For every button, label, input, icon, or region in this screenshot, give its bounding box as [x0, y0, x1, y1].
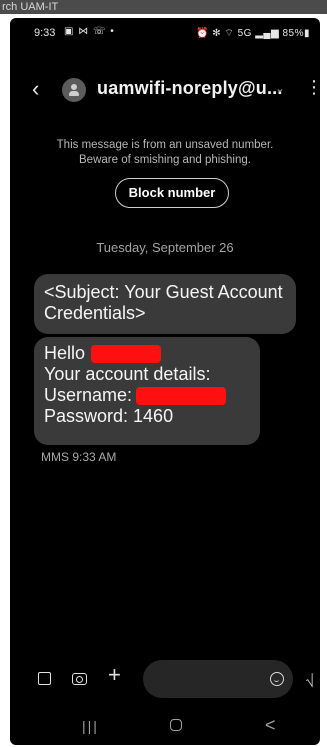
contact-name[interactable]: uamwifi-noreply@u... [97, 78, 283, 99]
navigation-bar: ||| < [10, 712, 320, 742]
status-time: 9:33 [34, 27, 56, 39]
image-icon[interactable] [38, 672, 51, 685]
system-status-icons: ⏰ ✻ ⌔ 5G ▂▄▆ 85%▮ [196, 28, 310, 39]
voice-icon[interactable]: ⎷ [306, 672, 314, 688]
block-number-button[interactable]: Block number [115, 178, 229, 208]
background-window-title: rch UAM-IT [0, 0, 327, 14]
message-meta: MMS 9:33 AM [41, 450, 117, 464]
message-bubble-subject[interactable]: <Subject: Your Guest Account Credentials… [34, 274, 296, 334]
chevron-down-icon[interactable]: ⌄ [275, 81, 285, 95]
details-line: Your account details: [44, 364, 211, 384]
home-icon[interactable] [170, 719, 182, 731]
camera-icon[interactable] [72, 673, 87, 685]
notice-line-1: This message is from an unsaved number. [56, 139, 274, 151]
status-bar: 9:33 ▣ ⋈ ☏ • ⏰ ✻ ⌔ 5G ▂▄▆ 85%▮ [10, 18, 320, 40]
back-chevron-icon[interactable]: ‹ [32, 78, 39, 100]
unsaved-number-notice: This message is from an unsaved number. … [10, 138, 320, 168]
notification-icons: ▣ ⋈ ☏ • [64, 26, 115, 37]
notice-line-2: Beware of smishing and phishing. [79, 154, 251, 166]
conversation-header: ‹ uamwifi-noreply@u... ⌄ ⋮ [10, 76, 320, 106]
redaction-username [136, 387, 227, 406]
greeting-line: Hello [44, 343, 250, 364]
more-vert-icon[interactable]: ⋮ [305, 78, 320, 96]
recents-icon[interactable]: ||| [82, 718, 99, 734]
password-line: Password: 1460 [44, 406, 174, 426]
greeting-text: Hello [44, 343, 86, 363]
emoji-icon[interactable] [270, 672, 284, 686]
compose-bar: + ⎷ [10, 658, 320, 702]
nav-back-icon[interactable]: < [265, 715, 276, 736]
plus-icon[interactable]: + [108, 664, 121, 686]
contact-avatar-icon[interactable] [62, 78, 86, 102]
message-bubble-body[interactable]: Hello Your account details: Username: Pa… [34, 337, 260, 445]
redaction-name [91, 345, 162, 364]
avatar-body [69, 91, 79, 96]
subject-text: <Subject: Your Guest Account Credentials… [44, 282, 283, 323]
phone-screen: 9:33 ▣ ⋈ ☏ • ⏰ ✻ ⌔ 5G ▂▄▆ 85%▮ ‹ uamwifi… [10, 18, 320, 745]
date-separator: Tuesday, September 26 [96, 240, 234, 255]
username-label: Username: [44, 385, 133, 405]
avatar-head [71, 84, 77, 90]
username-line: Username: [44, 385, 250, 406]
